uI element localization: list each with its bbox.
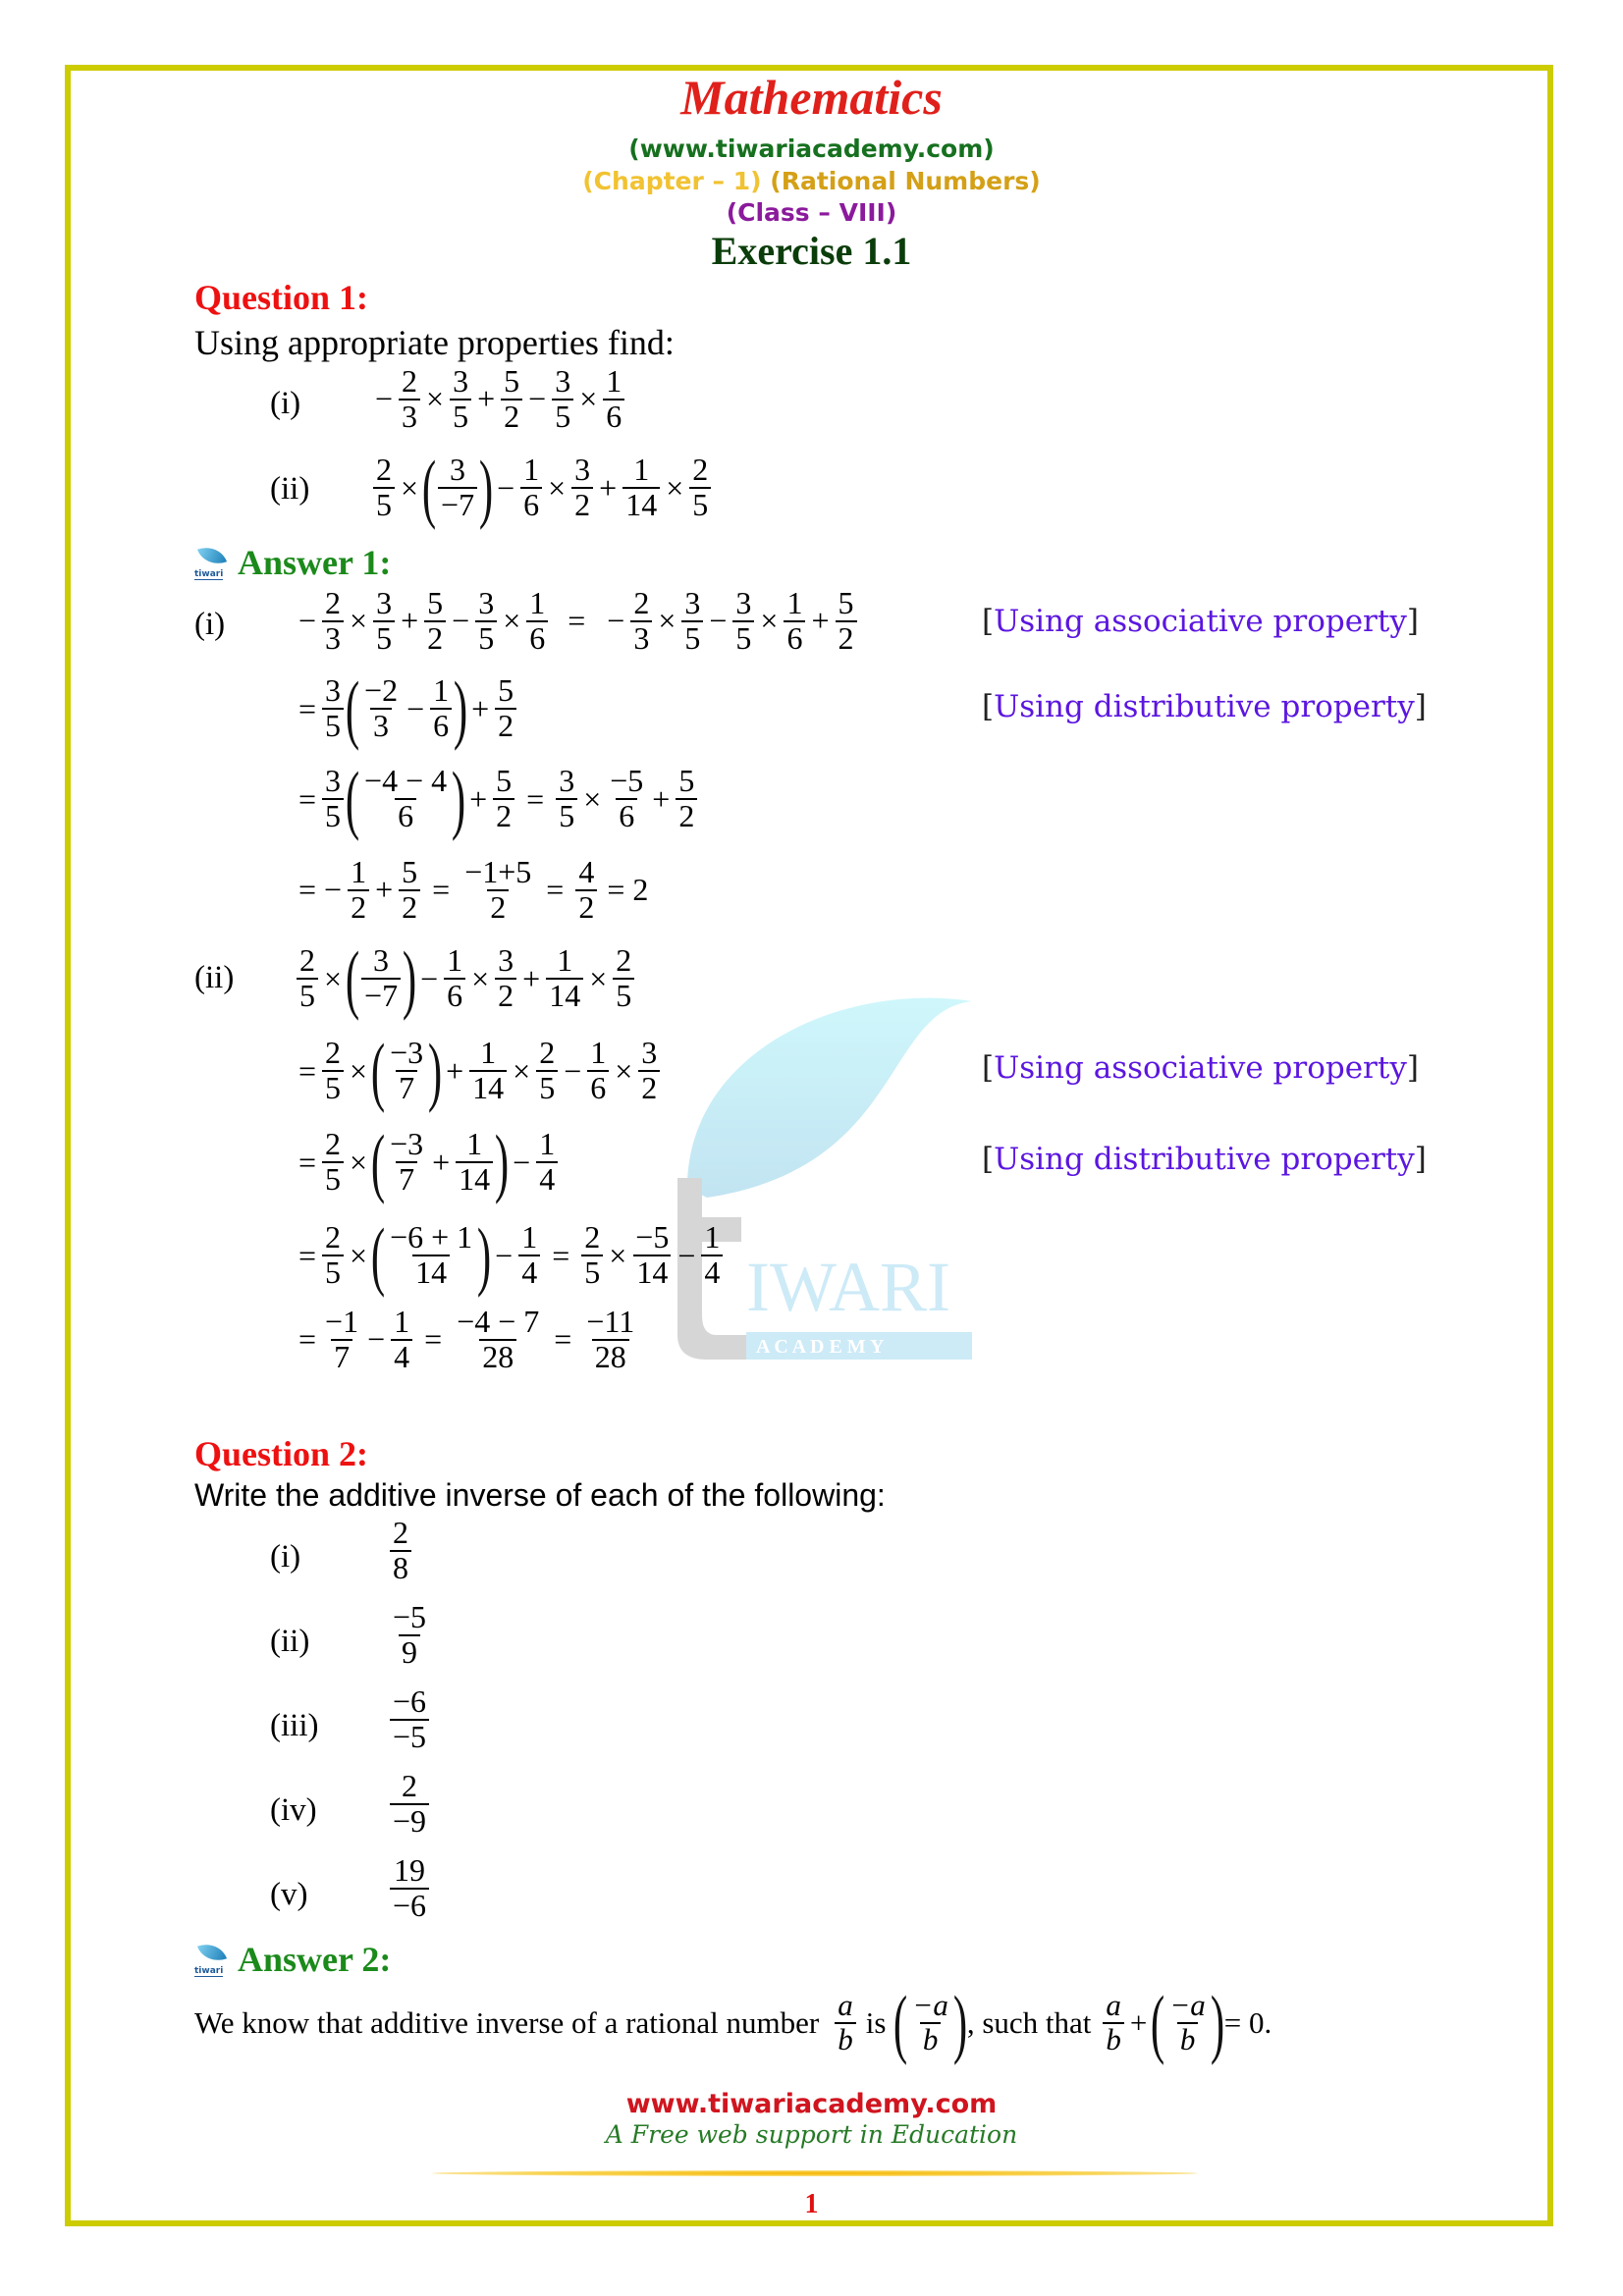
chapter-number: (Chapter – 1) xyxy=(582,167,762,195)
question-2-prompt: Write the additive inverse of each of th… xyxy=(194,1477,886,1513)
a1-ii-step-2: = 2 5 ×(−3 7) +1 14 × 2 5−1 6 × 3 2 xyxy=(295,1033,662,1109)
q2-item-label: (iv) xyxy=(270,1792,317,1828)
header-class: (Class – VIII) xyxy=(726,198,897,227)
q2-item-label: (i) xyxy=(270,1539,301,1575)
answer-2-statement: We know that additive inverse of a ratio… xyxy=(194,1980,1272,2065)
q2-item-fraction: 28 xyxy=(388,1516,413,1584)
answer-1-heading: tiwari Answer 1: xyxy=(194,541,392,583)
note-associative-1: [Using associative property] xyxy=(982,604,1419,639)
q1-part-i-label: (i) xyxy=(270,386,301,421)
a1-i-step-4: = −1 2 +5 2 = −1+5 2 = 4 2 = 2 xyxy=(298,854,649,925)
q2-item-label: (iii) xyxy=(270,1708,319,1743)
note-associative-2: [Using associative property] xyxy=(982,1050,1419,1086)
a1-part-ii-label: (ii) xyxy=(194,960,235,995)
header-website: (www.tiwariacademy.com) xyxy=(628,134,995,163)
answer-2-text: We know that additive inverse of a ratio… xyxy=(194,2005,820,2040)
q2-item-label: (v) xyxy=(270,1877,308,1912)
a1-ii-step-3: = 2 5 ×(−3 7 +1 14) −1 4 xyxy=(295,1124,560,1201)
note-distributive-2: [Using distributive property] xyxy=(982,1142,1427,1177)
a1-ii-step-1: 2 5 ×(3 −7) −1 6 × 3 2 +1 14 × 2 5 xyxy=(295,940,636,1017)
answer-2-title: Answer 2: xyxy=(238,1940,392,1979)
a1-ii-step-5: = −1 7−1 4 = −4 − 7 28 = −11 28 xyxy=(298,1304,635,1374)
header-chapter: (Chapter – 1) (Rational Numbers) xyxy=(0,167,1623,195)
note-distributive-1: [Using distributive property] xyxy=(982,689,1427,724)
question-1-heading: Question 1: xyxy=(194,278,369,317)
a1-i-step-1: −2 3 × 3 5 +5 2−3 5 × 1 6 = −2 3 × 3 5−3 5 × 1 6 +5 2 xyxy=(295,586,859,655)
q1-part-ii-label: (ii) xyxy=(270,471,310,507)
q2-item-fraction: −5 9 xyxy=(393,1599,427,1670)
tiwari-leaf-icon: tiwari xyxy=(194,541,228,580)
question-2-heading: Question 2: xyxy=(194,1434,369,1473)
q2-item-fraction: 2 −9 xyxy=(388,1769,431,1838)
a1-ii-step-4: = 2 5 ×(−6 + 1 14) −1 4 = 2 5 × −5 14−1 4 xyxy=(295,1217,725,1294)
q2-item-fraction: 19 −6 xyxy=(388,1853,431,1922)
q2-item-label: (ii) xyxy=(270,1624,310,1659)
answer-1-title: Answer 1: xyxy=(238,543,392,582)
a1-i-step-2: = 3 5(−2 3−1 6) +5 2 xyxy=(295,670,518,747)
q1-part-i-expression: −2 3 × 3 5 +5 2−3 5 × 1 6 xyxy=(371,364,626,433)
chapter-name: (Rational Numbers) xyxy=(770,167,1041,195)
footer-tagline: A Free web support in Education xyxy=(605,2120,1018,2149)
q2-item-fraction: −6 −5 xyxy=(388,1684,431,1753)
answer-2-heading: tiwari Answer 2: xyxy=(194,1938,392,1980)
page-title: Mathematics xyxy=(680,70,943,125)
tiwari-leaf-icon: tiwari xyxy=(194,1938,228,1977)
footer-website[interactable]: www.tiwariacademy.com xyxy=(0,2089,1623,2119)
a1-part-i-label: (i) xyxy=(194,607,226,642)
q1-part-ii-expression: 2 5 ×(3 −7) −1 6 × 3 2 +1 14 × 2 5 xyxy=(371,450,713,526)
a1-i-step-3: = 3 5(−4 − 4 6) +5 2 = 3 5 × −5 6 +5 2 xyxy=(295,761,699,837)
exercise-title: Exercise 1.1 xyxy=(711,229,912,273)
page-number: 1 xyxy=(804,2189,819,2219)
footer-divider xyxy=(432,2170,1198,2176)
question-1-prompt: Using appropriate properties find: xyxy=(194,323,675,362)
